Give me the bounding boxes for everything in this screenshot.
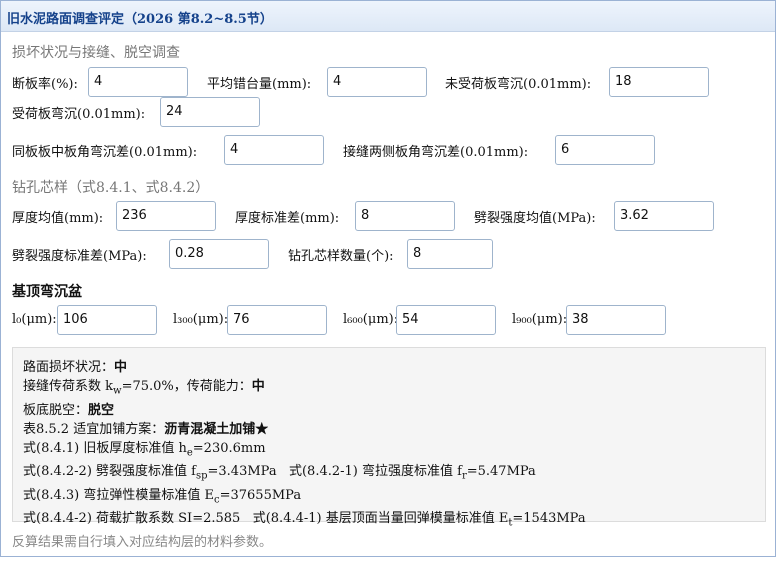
result-box: 路面损坏状况：中 接缝传荷系数 kw=75.0%，传荷能力：中 板底脱空：脱空 … [12, 347, 766, 529]
thickness-std-label: 厚度标准差(mm): [235, 211, 340, 226]
l0-input[interactable]: 106 [57, 305, 157, 335]
split-strength-mean-input[interactable]: 3.62 [614, 201, 714, 231]
damage-status-value: 中 [114, 360, 128, 375]
strength-standard-line: 式(8.4.2-2) 劈裂强度标准值 fsp=3.43MPa 式(8.4.2-1… [23, 464, 536, 482]
section-core-title: 钻孔芯样（式8.4.1、式8.4.2） [12, 180, 210, 196]
l900-input[interactable]: 38 [566, 305, 666, 335]
thickness-mean-label: 厚度均值(mm): [12, 211, 104, 226]
survey-panel: 旧水泥路面调查评定（2026 第8.2~8.5节） 损坏状况与接缝、脱空调查 断… [0, 0, 776, 557]
l300-input[interactable]: 76 [227, 305, 327, 335]
thickness-mean-input[interactable]: 236 [116, 201, 216, 231]
unloaded-deflection-label: 未受荷板弯沉(0.01mm): [445, 77, 592, 92]
thickness-standard-line: 式(8.4.1) 旧板厚度标准值 he=230.6mm [23, 440, 266, 459]
l600-input[interactable]: 54 [396, 305, 496, 335]
split-strength-std-label: 劈裂强度标准差(MPa): [12, 249, 147, 264]
same-slab-deflection-diff-label: 同板板中板角弯沉差(0.01mm): [12, 145, 198, 160]
overlay-plan-value: 沥青混凝土加铺★ [164, 421, 269, 437]
void-value: 脱空 [88, 402, 115, 418]
split-strength-std-input[interactable]: 0.28 [169, 239, 269, 269]
l0-label: l₀(μm): [12, 312, 57, 327]
base-modulus-line: 式(8.4.4-2) 荷载扩散系数 SI=2.585 式(8.4.4-1) 基层… [23, 511, 586, 529]
panel-title: 旧水泥路面调查评定（2026 第8.2~8.5节） [1, 1, 775, 32]
section-damage-title: 损坏状况与接缝、脱空调查 [12, 45, 180, 61]
l900-label: l₉₀₀(μm): [512, 312, 568, 327]
thickness-std-input[interactable]: 8 [355, 201, 455, 231]
split-strength-mean-label: 劈裂强度均值(MPa): [474, 211, 596, 226]
load-transfer-value: 中 [251, 379, 265, 394]
core-count-label: 钻孔芯样数量(个): [288, 249, 394, 264]
footnote: 反算结果需自行填入对应结构层的材料参数。 [12, 535, 273, 550]
l600-label: l₆₀₀(μm): [343, 312, 399, 327]
broken-slab-rate-input[interactable]: 4 [88, 67, 188, 97]
overlay-plan-line: 表8.5.2 适宜加铺方案：沥青混凝土加铺★ [23, 421, 269, 437]
faulting-label: 平均错台量(mm): [207, 77, 312, 92]
damage-status-line: 路面损坏状况：中 [23, 360, 128, 375]
void-line: 板底脱空：脱空 [23, 402, 115, 418]
l300-label: l₃₀₀(μm): [173, 312, 229, 327]
section-basin-title: 基顶弯沉盆 [12, 284, 82, 300]
broken-slab-rate-label: 断板率(%): [12, 77, 78, 92]
joint-deflection-diff-label: 接缝两侧板角弯沉差(0.01mm): [343, 145, 529, 160]
core-count-input[interactable]: 8 [407, 239, 493, 269]
faulting-input[interactable]: 4 [327, 67, 427, 97]
loaded-deflection-label: 受荷板弯沉(0.01mm): [12, 107, 146, 122]
loaded-deflection-input[interactable]: 24 [160, 97, 260, 127]
unloaded-deflection-input[interactable]: 18 [609, 67, 709, 97]
joint-deflection-diff-input[interactable]: 6 [555, 135, 655, 165]
modulus-line: 式(8.4.3) 弯拉弹性模量标准值 Ec=37655MPa [23, 487, 302, 506]
load-transfer-line: 接缝传荷系数 kw=75.0%，传荷能力：中 [23, 379, 265, 397]
same-slab-deflection-diff-input[interactable]: 4 [224, 135, 324, 165]
